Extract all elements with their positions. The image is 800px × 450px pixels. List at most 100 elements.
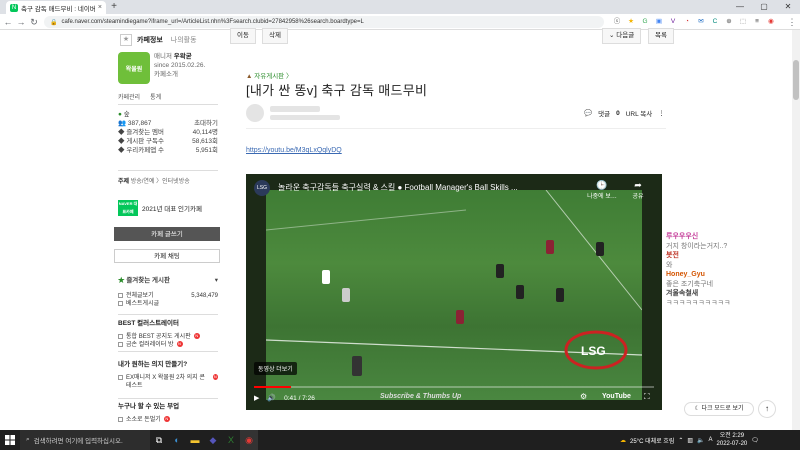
- theme-value[interactable]: 방송/연예 〉인터넷방송: [131, 179, 190, 185]
- ext-list-icon[interactable]: ≡: [752, 17, 762, 27]
- edge-icon[interactable]: ◐: [168, 430, 186, 450]
- play-icon[interactable]: ▶: [254, 394, 259, 402]
- board-icon: [118, 342, 123, 347]
- windows-start-icon[interactable]: [0, 430, 20, 450]
- scroll-top-button[interactable]: ↑: [758, 400, 776, 418]
- move-button[interactable]: 이동: [230, 28, 256, 44]
- video-progress-bar[interactable]: [254, 386, 654, 388]
- chat-username[interactable]: Honey_Gyu: [666, 270, 800, 280]
- address-bar[interactable]: 🔒 cafe.naver.com/steamindiegame?iframe_u…: [44, 16, 604, 28]
- invite-link[interactable]: 초대하기: [194, 119, 218, 128]
- ext-frame-icon[interactable]: ⬚: [738, 17, 748, 27]
- url-copy-button[interactable]: URL 복사: [626, 108, 653, 118]
- channel-icon[interactable]: LSG: [254, 180, 270, 196]
- excel-icon[interactable]: X: [222, 430, 240, 450]
- favorite-star-icon[interactable]: ★: [120, 34, 132, 46]
- ext-box-icon[interactable]: ▣: [654, 17, 664, 27]
- new-badge-icon: N: [193, 333, 200, 339]
- board-category-link[interactable]: ▲ 자유게시판 〉: [246, 70, 292, 80]
- file-explorer-icon[interactable]: ▬: [186, 430, 204, 450]
- favorite-board-star-icon: ★: [118, 277, 125, 284]
- fullscreen-icon[interactable]: ⛶: [644, 392, 650, 402]
- chat-username[interactable]: 루우우우신: [666, 232, 800, 242]
- video-title[interactable]: 놀라운 축구감독들 축구실력 & 스킬 ● Football Manager's…: [278, 182, 518, 193]
- comments-label[interactable]: 댓글: [598, 108, 610, 118]
- ext-mail-icon[interactable]: ✉: [696, 17, 706, 27]
- cafe-intro-link[interactable]: 카페소개: [154, 70, 205, 79]
- board-item[interactable]: 소소로 돈벌기 N: [118, 416, 218, 424]
- board-item[interactable]: 전체글보기 5,348,479: [118, 292, 218, 300]
- more-videos-button[interactable]: 동영상 더보기: [254, 362, 297, 375]
- write-post-button[interactable]: 카페 글쓰기: [114, 227, 220, 241]
- ime-indicator[interactable]: A: [709, 437, 713, 443]
- new-tab-button[interactable]: +: [108, 1, 120, 13]
- favorites-toggle-icon[interactable]: ▾: [215, 276, 218, 286]
- profile-icon[interactable]: ◉: [766, 17, 776, 27]
- manager-label: 매니저: [154, 53, 172, 60]
- delete-button[interactable]: 삭제: [262, 28, 288, 44]
- dark-mode-button[interactable]: ☾ 다크 모드로 보기: [684, 402, 754, 416]
- author-name[interactable]: [270, 106, 320, 112]
- share-button[interactable]: ➦ 공유: [628, 180, 648, 200]
- weather-icon[interactable]: ☁: [620, 437, 626, 444]
- network-icon[interactable]: ▥: [687, 437, 693, 444]
- taskbar-search[interactable]: ⌕ 검색하려면 여기에 입력하십시오.: [20, 430, 150, 450]
- author-block: 💬 댓글 0 URL 복사 ⋮: [246, 104, 666, 124]
- scrollbar-thumb[interactable]: [793, 60, 799, 100]
- more-options-icon[interactable]: ⋮: [658, 109, 665, 117]
- speaker-icon[interactable]: 🔈: [697, 437, 704, 444]
- youtube-player[interactable]: LSG LSG 놀라운 축구감독들 축구실력 & 스킬 ● Football M…: [246, 174, 662, 410]
- maximize-button[interactable]: ▢: [752, 0, 776, 14]
- url-text[interactable]: cafe.naver.com/steamindiegame?iframe_url…: [61, 19, 363, 25]
- cafe-chat-button[interactable]: 카페 채팅: [114, 249, 220, 263]
- stats-link[interactable]: 통계: [150, 92, 161, 101]
- weather-text[interactable]: 25°C 대체로 흐림: [630, 436, 674, 445]
- app-icon[interactable]: ◆: [204, 430, 222, 450]
- task-view-icon[interactable]: ⧉: [150, 430, 168, 450]
- chat-username[interactable]: 봇전: [666, 251, 800, 261]
- ext-v-icon[interactable]: V: [668, 17, 678, 27]
- next-post-button[interactable]: ⌄ 다음글: [602, 28, 642, 44]
- list-button[interactable]: 목록: [648, 28, 674, 44]
- favorites-title: 즐겨찾는 게시판: [126, 277, 170, 284]
- poop-icon: ▲: [246, 73, 253, 80]
- cafe-admin-link[interactable]: 카페관리: [118, 92, 140, 101]
- author-avatar[interactable]: [246, 104, 264, 122]
- comment-icon[interactable]: 💬: [584, 109, 592, 117]
- tab-cafe-info[interactable]: 카페정보: [134, 35, 166, 45]
- board-item[interactable]: EX매니저 X 왁물원 2차 의지 콘테스트 N: [118, 374, 218, 390]
- tab-close-icon[interactable]: ×: [98, 4, 102, 11]
- notification-icon[interactable]: 🗨: [751, 437, 759, 444]
- manager-name[interactable]: 우왁굳: [174, 53, 192, 60]
- back-icon[interactable]: ←: [2, 16, 14, 28]
- browser-tab[interactable]: N 축구 감독 매드무비 : 네이버 카페 ×: [6, 1, 106, 14]
- watch-later-button[interactable]: 🕒 나중에 보…: [582, 180, 622, 200]
- ext-pie-icon[interactable]: ◔: [682, 17, 692, 27]
- player-figure: [516, 285, 524, 299]
- ext-s-icon[interactable]: ⓢ: [612, 17, 622, 27]
- board-item[interactable]: 금손 컬러레이터 방 N: [118, 341, 218, 349]
- forward-icon[interactable]: →: [15, 16, 27, 28]
- bookmark-star-icon[interactable]: ★: [626, 17, 636, 27]
- ext-c-icon[interactable]: C: [710, 17, 720, 27]
- reload-icon[interactable]: ↻: [28, 16, 40, 28]
- chrome-icon[interactable]: ◉: [240, 430, 258, 450]
- board-item[interactable]: 베스트게시글: [118, 300, 218, 308]
- board-item[interactable]: 통합 BEST 공지도 게시판 N: [118, 333, 218, 341]
- ext-globe-icon[interactable]: ⊕: [724, 17, 734, 27]
- board-icon: [118, 334, 123, 339]
- minimize-button[interactable]: —: [728, 0, 752, 14]
- youtube-logo[interactable]: YouTube: [602, 393, 631, 400]
- since-date: since 2015.02.26.: [154, 62, 206, 69]
- ext-g-icon[interactable]: G: [640, 17, 650, 27]
- close-window-button[interactable]: ✕: [776, 0, 800, 14]
- youtube-link[interactable]: https://youtu.be/M3qLxQqlyDQ: [246, 147, 342, 154]
- tab-my-activity[interactable]: 나의활동: [168, 35, 200, 45]
- settings-icon[interactable]: ⚙: [580, 392, 587, 401]
- browser-menu-icon[interactable]: ⋮: [786, 16, 798, 28]
- chat-username[interactable]: 겨울속철새: [666, 289, 800, 299]
- volume-icon[interactable]: 🔊: [267, 394, 276, 402]
- category-label: 자유게시판 〉: [254, 73, 293, 80]
- tray-up-icon[interactable]: ⌃: [678, 437, 683, 444]
- clock[interactable]: 오전 2:29 2022-07-20: [717, 432, 748, 448]
